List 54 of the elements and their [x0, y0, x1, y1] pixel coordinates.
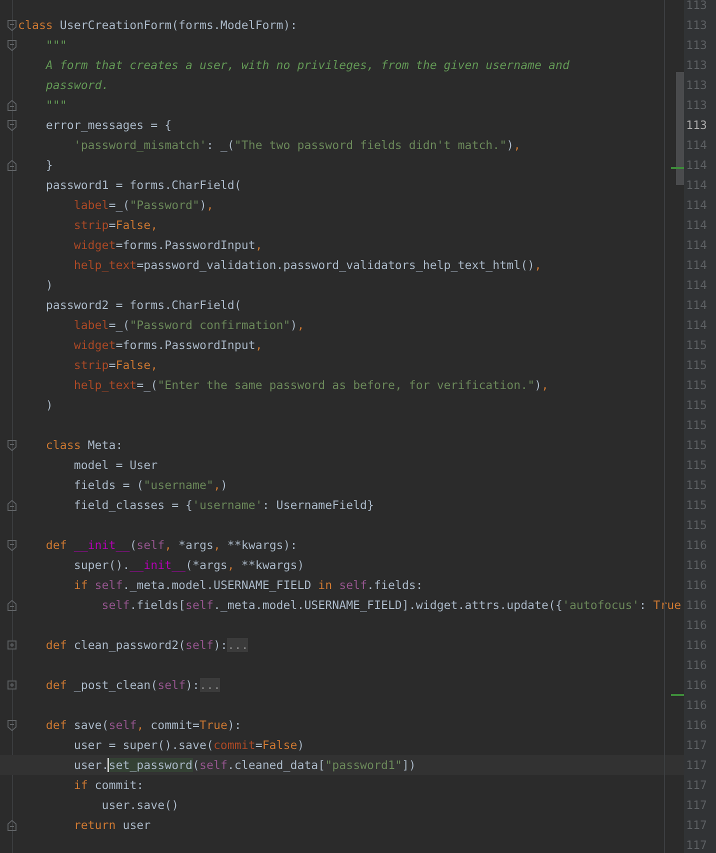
code-line: user = super().save(commit=False): [74, 737, 304, 753]
code-line: password1 = forms.CharField(: [46, 177, 242, 193]
fold-collapse-icon[interactable]: [7, 820, 17, 830]
code-line: help_text=password_validation.password_validators_help_text_html(),: [74, 257, 542, 273]
line-number: 113: [686, 117, 708, 134]
fold-collapse-icon[interactable]: [7, 40, 17, 50]
code-line: help_text=_("Enter the same password as before, for verification."),: [74, 377, 549, 393]
fold-expand-icon[interactable]: [7, 640, 17, 650]
code-line: return user: [74, 817, 151, 833]
code-line: password.: [46, 77, 109, 93]
change-marker: [671, 694, 684, 696]
code-line: user.save(): [102, 797, 179, 813]
fold-collapse-icon[interactable]: [7, 20, 17, 30]
code-line: widget=forms.PasswordInput,: [74, 337, 262, 353]
code-line: def clean_password2(self):...: [46, 637, 248, 653]
code-line: ): [46, 277, 53, 293]
code-line: ): [46, 397, 53, 413]
code-line: """: [46, 97, 67, 113]
code-editor[interactable]: [0, 0, 684, 853]
fold-collapse-icon[interactable]: [7, 500, 17, 510]
code-line: class UserCreationForm(forms.ModelForm):: [18, 17, 298, 33]
fold-collapse-icon[interactable]: [7, 160, 17, 170]
code-line: def save(self, commit=True):: [46, 717, 242, 733]
code-line: label=_("Password"),: [74, 197, 214, 213]
code-line: if self._meta.model.USERNAME_FIELD in self.fields:: [74, 577, 423, 593]
code-line: self.fields[self._meta.model.USERNAME_FIELD].widget.attrs.update({'autofocus': True: [102, 597, 682, 613]
code-line: error_messages = {: [46, 117, 172, 133]
code-line: widget=forms.PasswordInput,: [74, 237, 262, 253]
code-line: """: [46, 37, 67, 53]
change-marker: [671, 167, 684, 169]
code-line: class Meta:: [46, 437, 123, 453]
code-line: password2 = forms.CharField(: [46, 297, 242, 313]
code-line: strip=False,: [74, 217, 158, 233]
fold-collapse-icon[interactable]: [7, 600, 17, 610]
code-line: def __init__(self, *args, **kwargs):: [46, 537, 298, 553]
fold-collapse-icon[interactable]: [7, 100, 17, 110]
scrollbar-thumb[interactable]: [676, 72, 684, 185]
fold-collapse-icon[interactable]: [7, 720, 17, 730]
code-line: if commit:: [74, 777, 144, 793]
code-line: fields = ("username",): [74, 477, 228, 493]
code-line: 'password_mismatch': _("The two password fields didn't match."),: [74, 137, 521, 153]
code-line: strip=False,: [74, 357, 158, 373]
code-line: def _post_clean(self):...: [46, 677, 220, 693]
fold-expand-icon[interactable]: [7, 680, 17, 690]
fold-collapse-icon[interactable]: [7, 440, 17, 450]
code-line: field_classes = {'username': UsernameField}: [74, 497, 374, 513]
code-line: super().__init__(*args, **kwargs): [74, 557, 304, 573]
fold-collapse-icon[interactable]: [7, 540, 17, 550]
fold-collapse-icon[interactable]: [7, 120, 17, 130]
code-line: A form that creates a user, with no privileges, from the given username and: [46, 57, 570, 73]
code-line: user.set_password(self.cleaned_data["password1"]): [74, 757, 416, 773]
code-line: }: [46, 157, 53, 173]
code-line: label=_("Password confirmation"),: [74, 317, 304, 333]
code-line: model = User: [74, 457, 158, 473]
